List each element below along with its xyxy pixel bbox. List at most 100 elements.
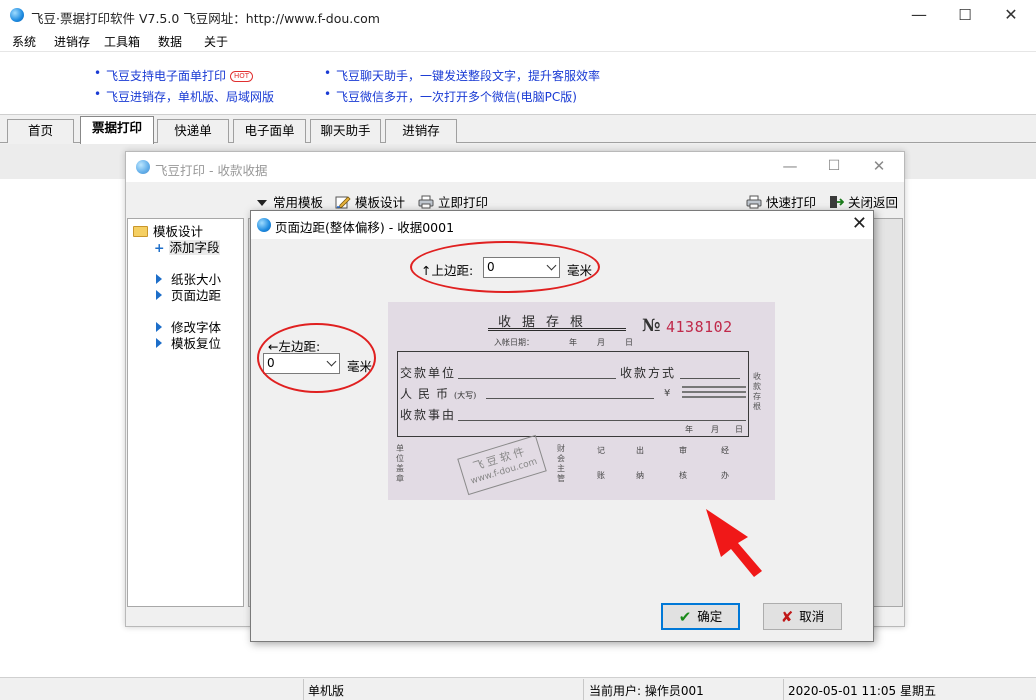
company-stamp: 飞豆软件 www.f-dou.com xyxy=(457,434,547,496)
receipt-month-label: 月 xyxy=(597,338,605,347)
receipt-finance-head-label: 财会主管 xyxy=(557,444,565,483)
tree-item-add-field[interactable]: + 添加字段 xyxy=(154,237,220,256)
receipt-unit-seal-label: 单位盖章 xyxy=(396,444,404,483)
status-divider xyxy=(783,679,784,700)
receipt-rule xyxy=(486,398,654,399)
cancel-button[interactable]: ✘ 取消 xyxy=(763,603,842,630)
x-mark-icon: ✘ xyxy=(780,608,794,626)
main-tabs: 首页 票据打印 快递单 电子面单 聊天助手 进销存 xyxy=(0,115,1036,144)
status-edition: 单机版 xyxy=(308,684,345,698)
dialog-title: 页面边距(整体偏移) - 收据0001 xyxy=(275,220,455,235)
receipt-number: 4138102 xyxy=(666,318,733,336)
template-design-button[interactable]: 模板设计 xyxy=(335,192,405,211)
menu-inventory[interactable]: 进销存 xyxy=(54,33,90,50)
promo-link-inventory[interactable]: 飞豆进销存，单机版、局域网版 xyxy=(94,87,274,105)
receipt-rmb-text: 人民币 xyxy=(400,387,455,401)
child-minimize-button[interactable]: — xyxy=(768,155,812,179)
close-button[interactable]: ✕ xyxy=(988,4,1034,28)
app-title: 飞豆·票据打印软件 V7.5.0 飞豆网址：http://www.f-dou.c… xyxy=(31,11,380,26)
receipt-rule xyxy=(458,378,616,379)
status-datetime: 2020-05-01 11:05 星期五 xyxy=(788,684,936,698)
promo-link-wechat-multi[interactable]: 飞豆微信多开，一次打开多个微信(电脑PC版) xyxy=(324,87,577,105)
checkmark-icon: ✔ xyxy=(678,608,692,626)
common-templates-button[interactable]: 常用模板 xyxy=(257,192,323,211)
arrow-right-icon xyxy=(156,274,162,284)
plus-icon: + xyxy=(154,240,165,255)
receipt-side-label: 收款存根 xyxy=(753,372,761,411)
child-window-title: 飞豆打印 - 收款收据 xyxy=(155,163,268,178)
hot-badge: HOT xyxy=(230,71,254,82)
folder-icon xyxy=(133,226,148,237)
dialog-titlebar: 页面边距(整体偏移) - 收据0001 ✕ xyxy=(251,211,873,239)
receipt-rule xyxy=(680,378,740,379)
receipt-title-underline xyxy=(488,330,626,331)
quick-printer-icon xyxy=(746,195,762,209)
tree-item-reset-template[interactable]: 模板复位 xyxy=(156,333,221,352)
template-tree: 模板设计 + 添加字段 纸张大小 页面边距 修改字体 模板复位 xyxy=(127,218,244,607)
receipt-preview-image: 收据存根 № 4138102 入帐日期： 年 月 日 交款单位 收款方式 人民币… xyxy=(388,302,775,500)
receipt-month-label: 月 xyxy=(711,425,719,434)
quick-print-button[interactable]: 快速打印 xyxy=(746,192,816,211)
receipt-currency-sign: ¥ xyxy=(664,388,671,399)
annotation-ellipse-left xyxy=(257,323,376,393)
app-titlebar: 飞豆·票据打印软件 V7.5.0 飞豆网址：http://www.f-dou.c… xyxy=(0,0,1036,31)
status-divider xyxy=(583,679,584,700)
tab-express[interactable]: 快递单 xyxy=(157,119,229,143)
app-logo-icon xyxy=(136,160,150,174)
tree-item-label: 模板复位 xyxy=(171,336,222,351)
app-logo-icon xyxy=(10,8,24,22)
edit-pencil-icon xyxy=(335,196,351,209)
tab-e-waybill[interactable]: 电子面单 xyxy=(233,119,306,143)
close-return-label: 关闭返回 xyxy=(848,195,899,210)
tab-receipt-print[interactable]: 票据打印 xyxy=(80,116,154,144)
receipt-col-bookkeeping-2: 账 xyxy=(597,471,605,480)
receipt-form-box: 交款单位 收款方式 人民币(大写) ¥ 收款事由 年 月 日 xyxy=(397,351,749,437)
print-now-button[interactable]: 立即打印 xyxy=(418,192,488,211)
receipt-pay-method-label: 收款方式 xyxy=(620,366,677,380)
receipt-col-audit-2: 核 xyxy=(679,471,687,480)
annotation-ellipse-top xyxy=(410,241,600,293)
receipt-rmb-note: (大写) xyxy=(454,391,477,400)
arrow-right-icon xyxy=(156,338,162,348)
tab-chat-assistant[interactable]: 聊天助手 xyxy=(310,119,381,143)
receipt-payer-label: 交款单位 xyxy=(400,366,457,380)
minimize-button[interactable]: — xyxy=(896,4,942,28)
receipt-rmb-label: 人民币(大写) xyxy=(400,385,476,402)
receipt-year-label: 年 xyxy=(685,425,693,434)
child-close-button[interactable]: ✕ xyxy=(857,155,901,179)
promo-link-chat-assistant[interactable]: 飞豆聊天助手，一键发送整段文字，提升客服效率 xyxy=(324,66,600,84)
promo-banner: 飞豆支持电子面单打印HOT 飞豆进销存，单机版、局域网版 飞豆聊天助手，一键发送… xyxy=(0,51,1036,115)
arrow-right-icon xyxy=(156,322,162,332)
receipt-year-label: 年 xyxy=(569,338,577,347)
receipt-rule xyxy=(458,420,746,421)
receipt-title-underline xyxy=(488,328,626,329)
close-return-button[interactable]: 关闭返回 xyxy=(828,192,898,211)
template-design-label: 模板设计 xyxy=(355,195,406,210)
receipt-day-label: 日 xyxy=(735,425,743,434)
child-maximize-button[interactable]: ☐ xyxy=(812,155,856,179)
tree-item-label: 添加字段 xyxy=(169,240,220,255)
receipt-col-handler-1: 经 xyxy=(721,446,729,455)
menu-bar: 系统 进销存 工具箱 数据 关于 xyxy=(0,31,1036,51)
receipt-reason-label: 收款事由 xyxy=(400,408,457,422)
tab-inventory[interactable]: 进销存 xyxy=(385,119,457,143)
dialog-close-button[interactable]: ✕ xyxy=(852,214,867,234)
tree-item-label: 页面边距 xyxy=(171,288,222,303)
promo-link-ewaybill[interactable]: 飞豆支持电子面单打印HOT xyxy=(94,66,254,84)
receipt-amount-bar xyxy=(682,391,746,393)
tab-home[interactable]: 首页 xyxy=(7,119,74,143)
menu-toolbox[interactable]: 工具箱 xyxy=(104,33,140,50)
receipt-amount-bar xyxy=(682,386,746,388)
menu-data[interactable]: 数据 xyxy=(158,33,182,50)
receipt-amount-bar xyxy=(682,396,746,398)
receipt-day-label: 日 xyxy=(625,338,633,347)
menu-about[interactable]: 关于 xyxy=(204,33,228,50)
exit-door-icon xyxy=(830,196,844,208)
ok-button[interactable]: ✔ 确定 xyxy=(661,603,740,630)
menu-system[interactable]: 系统 xyxy=(12,33,36,50)
status-bar: 单机版 当前用户: 操作员001 2020-05-01 11:05 星期五 xyxy=(0,677,1036,700)
tree-item-page-margin[interactable]: 页面边距 xyxy=(156,285,221,304)
arrow-right-icon xyxy=(156,290,162,300)
maximize-button[interactable]: ☐ xyxy=(942,4,988,28)
quick-print-label: 快速打印 xyxy=(766,195,817,210)
